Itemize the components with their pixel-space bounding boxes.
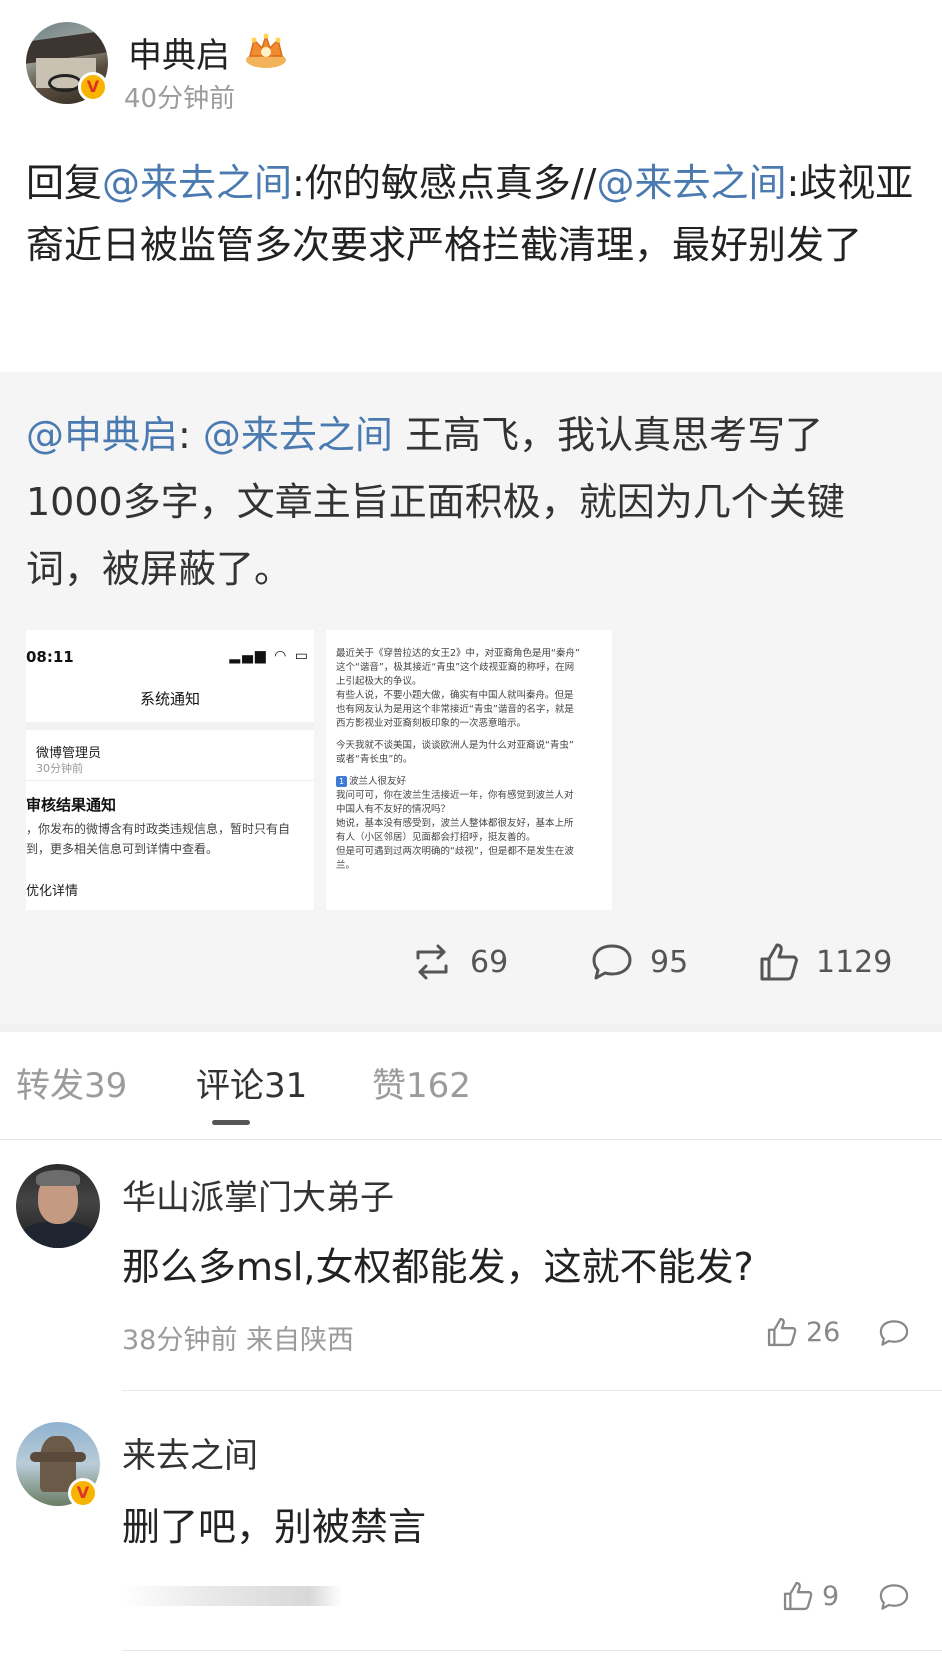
post-text: 回复@来去之间:你的敏感点真多//@来去之间:歧视亚裔近日被监管多次要求严格拦截…: [26, 152, 916, 276]
comment-divider: [122, 1390, 942, 1391]
article-line: 我问可可，你在波兰生活接近一年，你有感觉到波兰人对: [336, 790, 574, 801]
comment-count: 95: [650, 944, 689, 980]
like-icon: [760, 943, 798, 981]
comment-like-button[interactable]: 26: [766, 1316, 840, 1348]
verified-badge-icon: V: [68, 1478, 98, 1508]
reply-icon[interactable]: [878, 1318, 910, 1348]
tab-comments[interactable]: 评论31: [196, 1058, 307, 1107]
divider: [26, 722, 314, 730]
comment-like-count: 9: [822, 1580, 840, 1612]
like-icon: [767, 1317, 797, 1347]
post-time: 40分钟前: [124, 84, 236, 114]
article-line: 她说，基本没有感受到，波兰人整体都很友好，基本上所: [336, 818, 574, 829]
article-line: 最近关于《穿普拉达的女王2》中，对亚裔角色是用“秦舟”: [336, 648, 580, 659]
reposted-post[interactable]: @申典启: @来去之间 王高飞，我认真思考写了1000多字，文章主旨正面积极，就…: [0, 372, 942, 1024]
optimize-details: 优化详情: [26, 884, 79, 899]
result-line: ，你发布的微博含有时政类违规信息，暂时只有自: [26, 822, 291, 836]
comment-like-count: 26: [806, 1316, 841, 1348]
like-button[interactable]: 1129: [758, 937, 892, 987]
commenter-name[interactable]: 华山派掌门大弟子: [122, 1170, 394, 1219]
comment-meta: 38分钟前 来自陕西: [122, 1325, 354, 1356]
admin-time: 30分钟前: [36, 762, 83, 775]
crown-badge-icon: [246, 33, 286, 68]
article-line: 或者“青长虫”的。: [336, 754, 413, 765]
verified-badge-icon: V: [78, 72, 108, 102]
article-line: 但是可可遇到过两次明确的“歧视”，但是都不是发生在波: [336, 846, 574, 857]
commenter-avatar[interactable]: [16, 1164, 100, 1248]
repost-count: 69: [470, 944, 509, 980]
article-line: 这个“谐音”，极其接近“青虫”这个歧视亚裔的称呼，在网: [336, 662, 575, 673]
result-title: 审核结果通知: [26, 796, 117, 814]
comment-like-button[interactable]: 9: [782, 1580, 839, 1612]
comment-text: 删了吧，别被禁言: [122, 1505, 427, 1549]
status-icons: ▂▄▆ ◠ ▭: [229, 648, 310, 664]
like-icon: [783, 1581, 813, 1611]
article-line: 兰。: [336, 860, 356, 871]
section-divider: [0, 1024, 942, 1032]
detail-tabs: 转发39 评论31 赞162: [0, 1032, 942, 1140]
commenter-name[interactable]: 来去之间: [122, 1428, 258, 1477]
mention-link[interactable]: @来去之间: [203, 413, 393, 457]
active-tab-indicator: [212, 1120, 250, 1125]
mention-link[interactable]: @来去之间: [102, 161, 292, 205]
mention-link[interactable]: @申典启: [26, 413, 178, 457]
article-line: 有些人说，不要小题大做，确实有中国人就叫秦舟。但是: [336, 690, 574, 701]
article-line: 西方影视业对亚裔刻板印象的一次恶意暗示。: [336, 718, 527, 729]
blurred-meta: [122, 1586, 342, 1606]
comment-text: 那么多msl,女权都能发，这就不能发?: [122, 1245, 754, 1289]
tab-likes[interactable]: 赞162: [372, 1058, 471, 1107]
repost-text: @申典启: @来去之间 王高飞，我认真思考写了1000多字，文章主旨正面积极，就…: [26, 402, 916, 603]
reply-icon[interactable]: [878, 1582, 910, 1612]
number-one-icon: 1: [336, 776, 347, 787]
divider: [26, 780, 314, 781]
article-line: 今天我就不谈美国，谈谈欧洲人是为什么对亚裔说“青虫”: [336, 740, 574, 751]
article-line: 中国人有不友好的情况吗？: [336, 804, 451, 815]
article-line: 也有网友认为是用这个非常接近“青虫”谐音的名字，就是: [336, 704, 574, 715]
like-count: 1129: [816, 944, 893, 980]
comment-button[interactable]: 95: [590, 937, 688, 987]
notice-title: 系统通知: [139, 690, 200, 708]
comment-icon: [592, 944, 632, 980]
result-line: 到，更多相关信息可到详情中查看。: [26, 842, 219, 856]
repost-icon: [416, 944, 448, 980]
author-name[interactable]: 申典启: [128, 28, 230, 77]
comment-divider: [122, 1650, 942, 1651]
article-line: 1 波兰人很友好: [336, 776, 406, 788]
admin-name: 微博管理员: [36, 746, 102, 761]
article-line: 上引起极大的争议。: [336, 676, 422, 687]
reply-prefix: 回复: [26, 161, 103, 205]
repost-colon: :: [178, 413, 203, 457]
post-text-part: :你的敏感点真多//: [292, 161, 597, 205]
post-header: V 申典启 40分钟前: [0, 0, 942, 140]
mention-link[interactable]: @来去之间: [596, 161, 786, 205]
tab-forwards[interactable]: 转发39: [16, 1058, 127, 1107]
image-thumbnail-1[interactable]: 08:11 ▂▄▆ ◠ ▭ 系统通知 微博管理员 30分钟前 审核结果通知 ，你…: [26, 630, 314, 910]
article-line: 有人（小区邻居）见面都会打招呼，挺友善的。: [336, 832, 536, 843]
repost-button[interactable]: 69: [410, 937, 508, 987]
image-thumbnail-2[interactable]: 最近关于《穿普拉达的女王2》中，对亚裔角色是用“秦舟” 这个“谐音”，极其接近“青…: [326, 630, 612, 910]
status-time: 08:11: [26, 648, 74, 666]
